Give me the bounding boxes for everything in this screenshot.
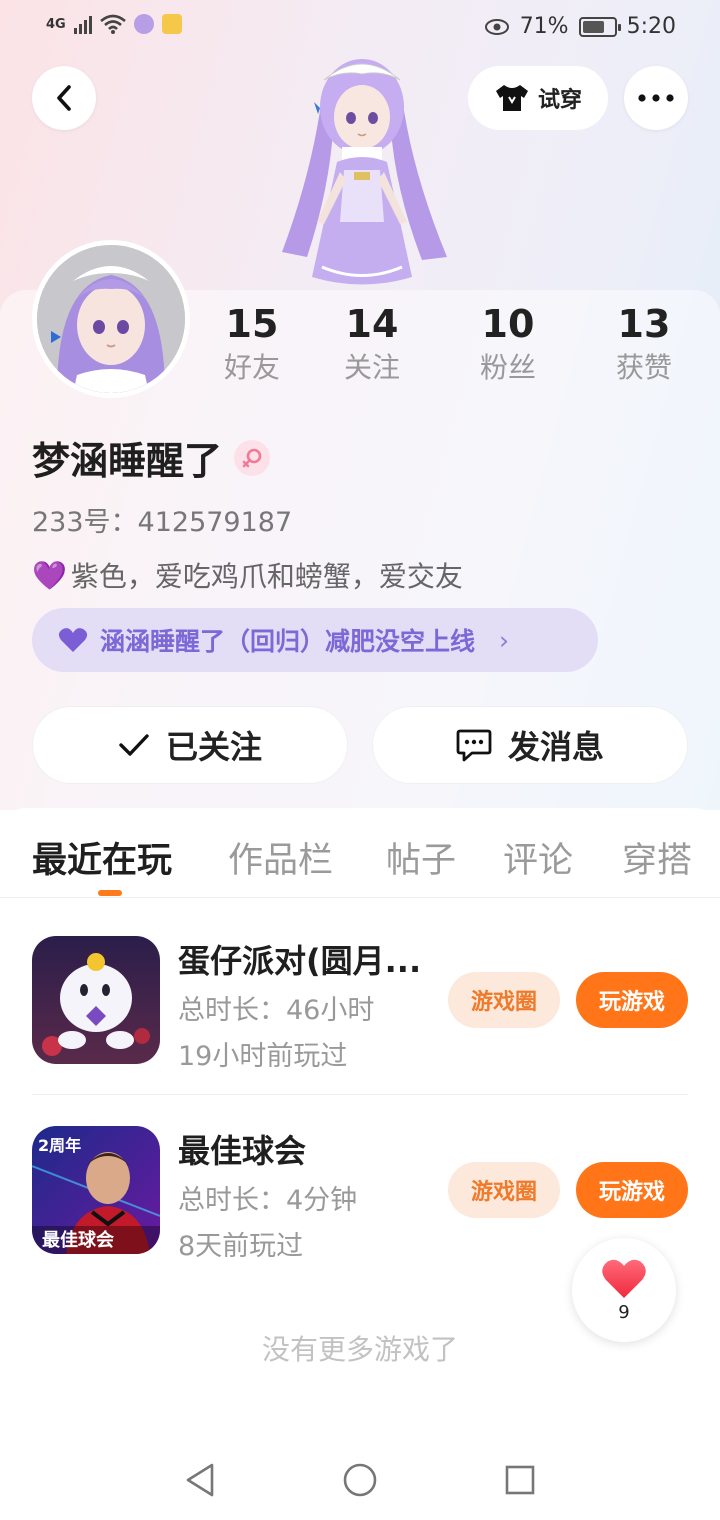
followed-label: 已关注	[165, 728, 262, 766]
status-message-text: 涵涵睡醒了（回归）减肥没空上线	[100, 627, 476, 656]
battery-icon	[578, 16, 621, 37]
tab-posts[interactable]: 帖子	[386, 832, 456, 883]
status-message-pill[interactable]: 涵涵睡醒了（回归）减肥没空上线 ›	[32, 608, 598, 672]
game-circle-button[interactable]: 游戏圈	[448, 972, 560, 1028]
character-figure	[282, 59, 447, 285]
stat-followers[interactable]: 10 粉丝	[448, 300, 568, 388]
checkmark-icon	[119, 734, 149, 756]
divider	[32, 1094, 688, 1095]
more-button[interactable]	[624, 66, 688, 130]
stat-friends[interactable]: 15 好友	[192, 300, 312, 388]
network-type: 4G	[46, 16, 66, 32]
game-item[interactable]: 蛋仔派对(圆月... 总时长：46小时 19小时前玩过 游戏圈 玩游戏	[0, 936, 720, 1126]
stat-value: 15	[225, 302, 279, 346]
stat-value: 10	[481, 302, 535, 346]
followed-button[interactable]: 已关注	[32, 706, 348, 784]
female-icon	[234, 439, 271, 476]
clock: 5:20	[626, 14, 676, 39]
status-left: 4G	[46, 14, 182, 34]
chat-bubble-icon	[456, 729, 492, 762]
music-app-icon	[133, 14, 154, 34]
try-on-label: 试穿	[537, 88, 582, 113]
stat-likes[interactable]: 13 获赞	[584, 300, 704, 388]
stat-value: 13	[617, 302, 671, 346]
battery-percent: 71%	[519, 14, 569, 39]
stat-label: 好友	[223, 351, 280, 384]
heart-status-icon	[58, 628, 88, 652]
game-icon-caption: 最佳球会	[42, 1230, 114, 1251]
heart-icon	[602, 1259, 646, 1298]
stat-label: 粉丝	[479, 351, 536, 384]
stat-following[interactable]: 14 关注	[312, 300, 432, 388]
game-icon-eggy-party[interactable]	[32, 936, 160, 1064]
status-bar: 4G 71% 5:20	[0, 0, 720, 56]
send-message-button[interactable]: 发消息	[372, 706, 688, 784]
game-title[interactable]: 蛋仔派对(圆月...	[178, 936, 438, 982]
stat-label: 关注	[343, 351, 400, 384]
anniversary-badge: 2周年	[38, 1136, 82, 1155]
game-title[interactable]: 最佳球会	[178, 1126, 438, 1172]
purple-heart-icon: 💜	[32, 558, 67, 592]
tab-comments[interactable]: 评论	[503, 832, 573, 883]
nav-back-icon[interactable]	[184, 1462, 216, 1498]
chevron-right-icon: ›	[499, 625, 510, 655]
game-icon-best-club[interactable]: 2周年 最佳球会	[32, 1126, 160, 1254]
tab-outfits[interactable]: 穿搭	[622, 832, 692, 883]
tab-works[interactable]: 作品栏	[228, 832, 333, 883]
video-app-icon	[161, 14, 182, 34]
eye-comfort-icon	[484, 18, 509, 35]
tab-recently-played[interactable]: 最近在玩	[32, 832, 172, 883]
game-total-time: 总时长：4分钟	[178, 1185, 358, 1216]
back-chevron-icon	[57, 85, 71, 111]
play-game-button[interactable]: 玩游戏	[576, 1162, 688, 1218]
game-last-played: 8天前玩过	[178, 1231, 304, 1262]
wifi-icon	[99, 14, 126, 34]
game-total-time: 总时长：46小时	[178, 995, 375, 1026]
profile-name-row: 梦涵睡醒了	[32, 430, 271, 485]
avatar[interactable]	[32, 240, 190, 398]
system-nav-bar	[0, 1440, 720, 1520]
tab-bar: 最近在玩 作品栏 帖子 评论 穿搭	[0, 808, 720, 898]
tshirt-icon	[495, 85, 528, 111]
signal-icon	[73, 14, 92, 34]
stat-label: 获赞	[615, 351, 672, 384]
send-message-label: 发消息	[507, 728, 604, 766]
play-game-button[interactable]: 玩游戏	[576, 972, 688, 1028]
more-dots-icon	[638, 94, 674, 102]
bio-text: 紫色，爱吃鸡爪和螃蟹，爱交友	[70, 560, 463, 593]
stat-value: 14	[345, 302, 399, 346]
game-last-played: 19小时前玩过	[178, 1041, 348, 1072]
game-circle-button[interactable]: 游戏圈	[448, 1162, 560, 1218]
back-button[interactable]	[32, 66, 96, 130]
like-count: 9	[618, 1301, 630, 1323]
nav-home-icon[interactable]	[342, 1462, 378, 1498]
try-on-button[interactable]: 试穿	[468, 66, 608, 130]
bio: 💜 紫色，爱吃鸡爪和螃蟹，爱交友	[32, 555, 463, 595]
active-tab-indicator	[98, 890, 122, 896]
nav-recents-icon[interactable]	[504, 1464, 536, 1496]
like-button[interactable]: 9	[572, 1238, 676, 1342]
user-id: 233号：412579187	[32, 507, 293, 538]
profile-name: 梦涵睡醒了	[32, 439, 223, 483]
avatar-image	[37, 245, 185, 393]
status-right: 71% 5:20	[484, 14, 676, 39]
